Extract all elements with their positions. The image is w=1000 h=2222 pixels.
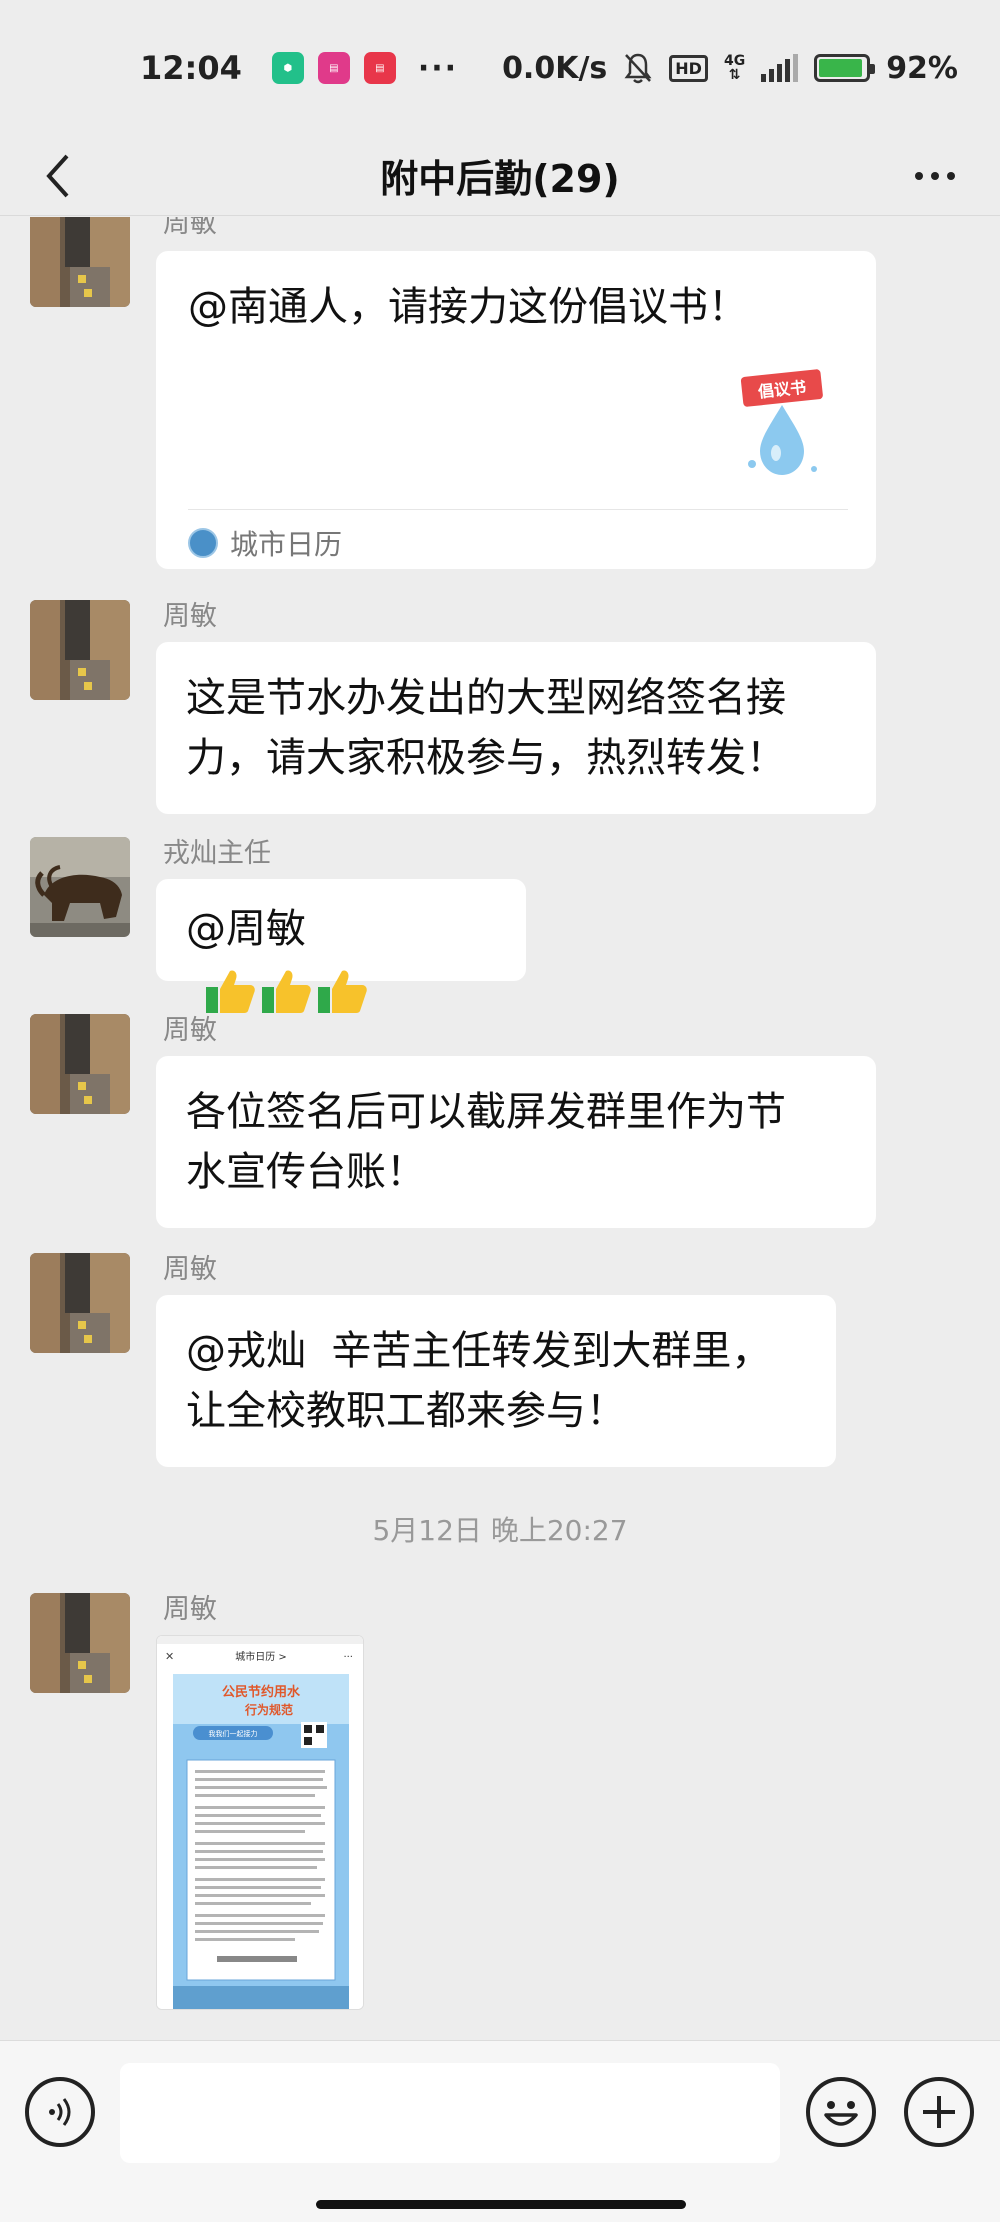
dot-icon bbox=[915, 172, 923, 180]
message-bubble[interactable]: @周敏 bbox=[156, 879, 526, 1013]
chat-header: 附中后勤(29) bbox=[0, 136, 1000, 216]
avatar-street-image bbox=[30, 1593, 130, 1693]
link-card[interactable]: @南通人，请接力这份倡议书！ 倡议书 城市日历 bbox=[156, 251, 876, 569]
avatar-street-image bbox=[30, 1014, 130, 1114]
message-image: 周敏 ✕ 城市日历 > ··· 公民节约用水 行为规范 我我们一起接力 bbox=[30, 1593, 970, 2013]
message-line: @戎灿 辛苦主任转发到大群里， bbox=[186, 1328, 772, 1374]
sender-name: 周敏 bbox=[163, 1594, 217, 1625]
poster-title: 公民节约用水 bbox=[222, 1684, 301, 1700]
smiley-icon bbox=[824, 2101, 858, 2126]
notification-app-icon: ▤ bbox=[317, 52, 350, 84]
avatar-rongcan[interactable] bbox=[30, 837, 130, 937]
message-bubble[interactable]: 各位签名后可以截屏发群里作为节 水宣传台账！ bbox=[156, 1056, 876, 1228]
avatar-zhoumin[interactable] bbox=[30, 600, 130, 700]
avatar-street-image bbox=[30, 1253, 130, 1353]
avatar-zhoumin[interactable] bbox=[30, 1253, 130, 1353]
more-notifications-icon: ··· bbox=[417, 50, 459, 86]
more-options-button[interactable] bbox=[900, 148, 970, 204]
status-bar: 12:04 ⬢ ▤ ▤ ··· 0.0K/s HD 4G ⇅ 92% bbox=[0, 0, 1000, 136]
network-type: 4G ⇅ bbox=[724, 54, 745, 82]
poster-screenshot: ✕ 城市日历 > ··· 公民节约用水 行为规范 我我们一起接力 bbox=[157, 1636, 363, 2009]
network-speed: 0.0K/s bbox=[502, 50, 608, 86]
voice-input-button[interactable] bbox=[25, 2077, 95, 2147]
city-calendar-icon bbox=[188, 528, 218, 558]
plus-icon bbox=[923, 2096, 955, 2128]
chat-title: 附中后勤(29) bbox=[380, 157, 620, 201]
sender-name: 周敏 bbox=[163, 1015, 217, 1046]
message-text: 戎灿主任 @周敏 bbox=[30, 837, 970, 1013]
battery-icon bbox=[814, 54, 876, 82]
mention-text: @周敏 bbox=[186, 906, 306, 952]
more-functions-button[interactable] bbox=[904, 2077, 974, 2147]
message-text: 周敏 各位签名后可以截屏发群里作为节 水宣传台账！ bbox=[30, 1014, 970, 1228]
avatar-zhoumin[interactable] bbox=[30, 1593, 130, 1693]
bell-off-icon bbox=[624, 53, 652, 84]
data-arrows-icon: ⇅ bbox=[728, 67, 741, 83]
hd-badge: HD bbox=[669, 54, 708, 82]
message-input[interactable] bbox=[120, 2063, 780, 2163]
message-line: 各位签名后可以截屏发群里作为节 bbox=[186, 1089, 786, 1135]
status-indicators: 0.0K/s HD 4G ⇅ 92% bbox=[502, 51, 958, 86]
battery-percent: 92% bbox=[886, 50, 958, 86]
message-line: 水宣传台账！ bbox=[186, 1149, 426, 1195]
dot-icon bbox=[947, 172, 955, 180]
message-text: 周敏 这是节水办发出的大型网络签名接 力，请大家积极参与，热烈转发！ bbox=[30, 600, 970, 814]
signal-icon bbox=[761, 54, 799, 82]
avatar-bull-image bbox=[30, 837, 130, 937]
sender-name: 周敏 bbox=[163, 1254, 217, 1285]
poster-subtitle: 行为规范 bbox=[244, 1702, 293, 1717]
battery-fill bbox=[819, 59, 862, 77]
sender-name: 周敏 bbox=[163, 601, 217, 632]
thumbs-up-icon bbox=[318, 970, 367, 1013]
message-link-card: 周敏 @南通人，请接力这份倡议书！ 倡议书 城市日历 bbox=[30, 217, 970, 577]
avatar-street-image bbox=[30, 600, 130, 700]
message-line: 让全校教职工都来参与！ bbox=[186, 1388, 626, 1434]
home-indicator[interactable] bbox=[316, 2200, 686, 2209]
link-card-title: @南通人，请接力这份倡议书！ bbox=[188, 284, 748, 330]
message-input-bar bbox=[0, 2040, 1000, 2222]
avatar-zhoumin[interactable] bbox=[30, 1014, 130, 1114]
message-text: 周敏 @戎灿 辛苦主任转发到大群里， 让全校教职工都来参与！ bbox=[30, 1253, 970, 1467]
screenshot-image[interactable]: ✕ 城市日历 > ··· 公民节约用水 行为规范 我我们一起接力 bbox=[156, 1635, 364, 2010]
sender-name: 戎灿主任 bbox=[163, 838, 271, 869]
avatar-zhoumin[interactable] bbox=[30, 217, 130, 307]
emoji-button[interactable] bbox=[806, 2077, 876, 2147]
message-bubble[interactable]: @戎灿 辛苦主任转发到大群里， 让全校教职工都来参与！ bbox=[156, 1295, 836, 1467]
poster-button: 我我们一起接力 bbox=[209, 1729, 258, 1738]
dot-icon bbox=[931, 172, 939, 180]
chat-timestamp: 5月12日 晚上20:27 bbox=[372, 1514, 628, 1547]
network-type-label: 4G bbox=[723, 53, 746, 69]
message-bubble[interactable]: 这是节水办发出的大型网络签名接 力，请大家积极参与，热烈转发！ bbox=[156, 642, 876, 814]
message-line: 力，请大家积极参与，热烈转发！ bbox=[186, 735, 786, 781]
sender-name: 周敏 bbox=[163, 217, 217, 239]
chevron-left-icon bbox=[46, 154, 69, 198]
voice-icon bbox=[49, 2098, 71, 2126]
thumbs-up-icon bbox=[262, 970, 311, 1013]
screenshot-header: 城市日历 > bbox=[235, 1650, 287, 1663]
chat-message-list[interactable]: 周敏 @南通人，请接力这份倡议书！ 倡议书 城市日历 周敏 这是节水办发出的大型… bbox=[0, 217, 1000, 2037]
svg-text:✕: ✕ bbox=[165, 1650, 174, 1663]
status-time: 12:04 bbox=[140, 49, 242, 87]
thumbs-up-emojis bbox=[204, 965, 368, 1017]
divider bbox=[188, 509, 848, 510]
news-app-icon: ▤ bbox=[363, 52, 396, 84]
back-button[interactable] bbox=[30, 148, 86, 204]
link-card-source: 城市日历 bbox=[188, 523, 342, 563]
message-line: 这是节水办发出的大型网络签名接 bbox=[186, 675, 786, 721]
avatar-street-image bbox=[30, 217, 130, 307]
svg-text:···: ··· bbox=[343, 1652, 353, 1663]
shield-app-icon: ⬢ bbox=[271, 52, 304, 84]
water-drop-icon: 倡议书 bbox=[740, 369, 823, 475]
link-card-source-name: 城市日历 bbox=[230, 528, 343, 561]
link-card-thumbnail: 倡议书 bbox=[732, 369, 832, 479]
